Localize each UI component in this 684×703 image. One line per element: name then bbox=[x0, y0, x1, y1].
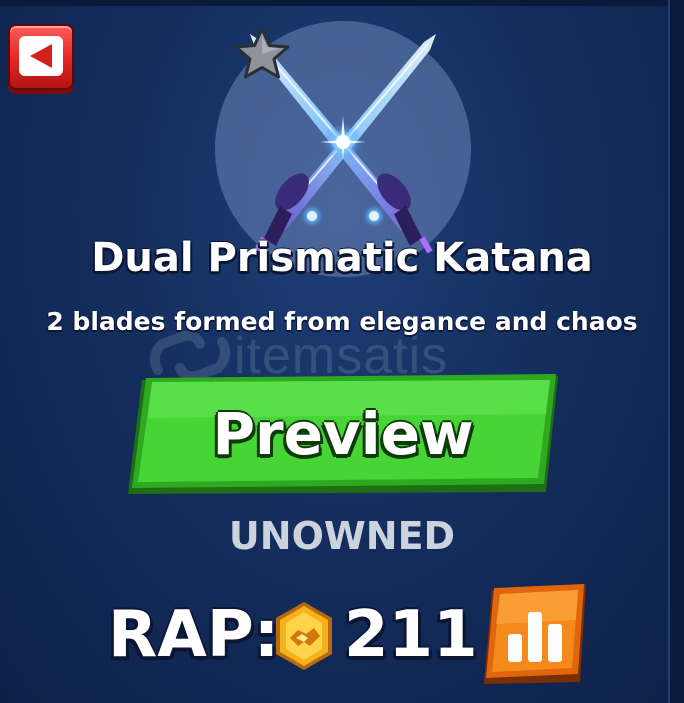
item-title: Dual Prismatic Katana bbox=[91, 235, 593, 281]
item-description: 2 blades formed from elegance and chaos bbox=[46, 307, 638, 336]
rap-label: RAP: bbox=[108, 598, 280, 672]
rap-stats-button[interactable] bbox=[482, 584, 588, 684]
handshake-coin-icon bbox=[276, 602, 332, 670]
window-frame-top bbox=[0, 0, 684, 6]
ownership-status: UNOWNED bbox=[228, 514, 456, 558]
back-button[interactable] bbox=[8, 24, 74, 90]
preview-button[interactable]: Preview bbox=[128, 374, 558, 494]
bar-chart-icon bbox=[484, 584, 586, 684]
rap-row: RAP: 211 bbox=[0, 584, 684, 684]
back-arrow-icon bbox=[19, 36, 63, 76]
silver-star-icon bbox=[234, 27, 290, 79]
preview-button-label: Preview bbox=[212, 400, 474, 468]
rap-value: 211 bbox=[344, 598, 478, 672]
